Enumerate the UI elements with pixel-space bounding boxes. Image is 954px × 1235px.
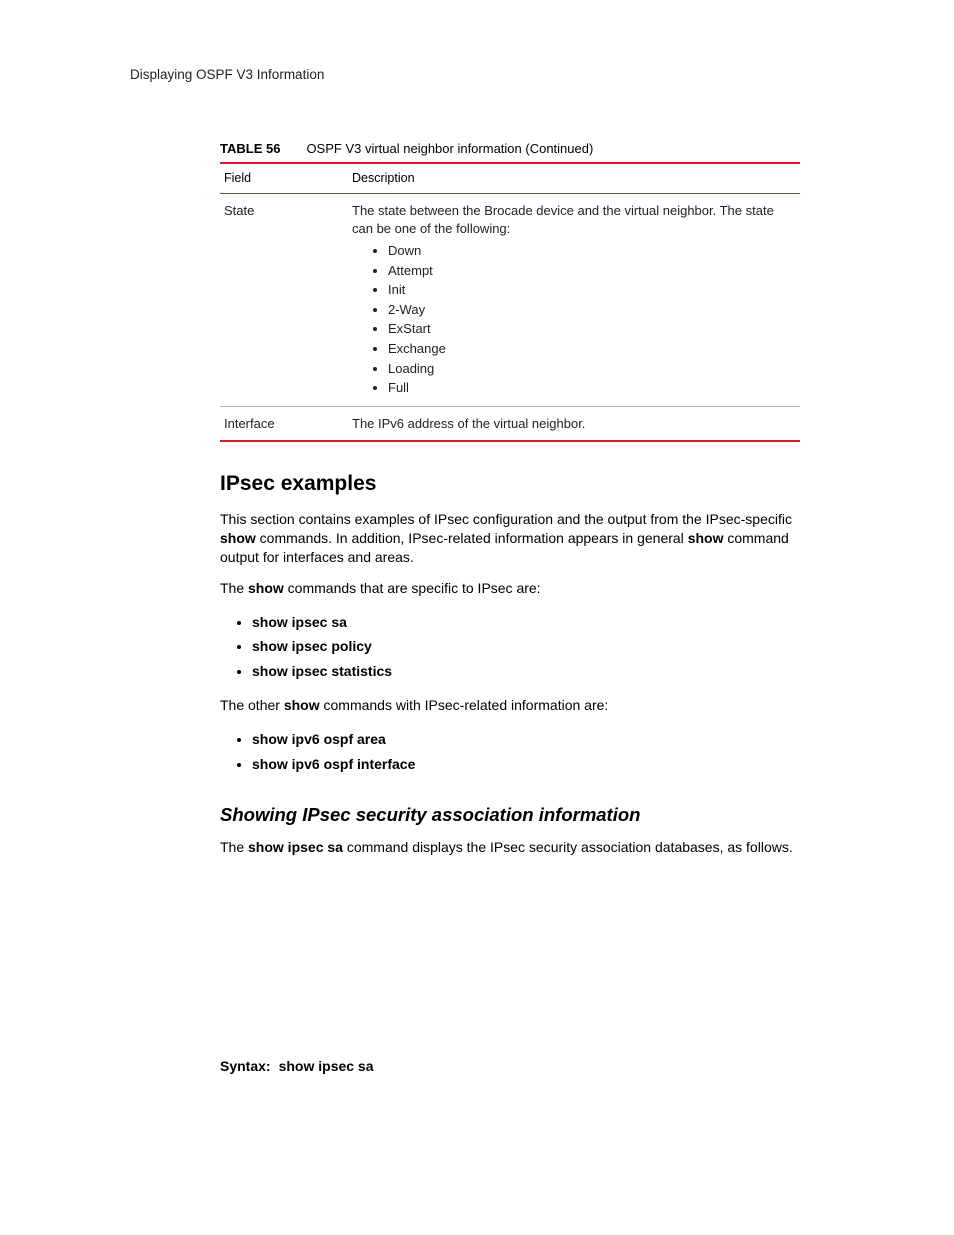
paragraph: The other show commands with IPsec-relat…	[220, 696, 800, 715]
table-56: TABLE 56 OSPF V3 virtual neighbor informa…	[220, 140, 800, 441]
state-item: ExStart	[388, 319, 796, 339]
text: This section contains examples of IPsec …	[220, 511, 792, 527]
text: The	[220, 839, 248, 855]
paragraph: The show commands that are specific to I…	[220, 579, 800, 598]
syntax-label: Syntax:	[220, 1058, 271, 1074]
table-label: TABLE 56	[220, 141, 280, 156]
paragraph: The show ipsec sa command displays the I…	[220, 838, 800, 857]
table-cell-field: State	[224, 202, 352, 397]
list-item: show ipsec policy	[252, 634, 800, 659]
syntax-line: Syntax: show ipsec sa	[220, 1057, 800, 1076]
keyword-show: show	[688, 530, 724, 546]
text: commands that are specific to IPsec are:	[284, 580, 541, 596]
syntax-command: show ipsec sa	[279, 1058, 374, 1074]
list-item: show ipsec statistics	[252, 659, 800, 684]
running-header: Displaying OSPF V3 Information	[130, 66, 824, 84]
keyword-show: show	[248, 580, 284, 596]
state-item: Loading	[388, 359, 796, 379]
keyword-show: show	[220, 530, 256, 546]
command-list-other: show ipv6 ospf area show ipv6 ospf inter…	[220, 727, 800, 777]
text: The	[220, 580, 248, 596]
paragraph: This section contains examples of IPsec …	[220, 510, 800, 567]
command-list-ipsec: show ipsec sa show ipsec policy show ips…	[220, 610, 800, 685]
table-header-field: Field	[224, 170, 352, 187]
table-cell-description: The IPv6 address of the virtual neighbor…	[352, 415, 796, 433]
state-list: Down Attempt Init 2-Way ExStart Exchange…	[352, 241, 796, 397]
list-item: show ipsec sa	[252, 610, 800, 635]
state-item: Exchange	[388, 339, 796, 359]
keyword-command: show ipsec sa	[248, 839, 343, 855]
text: commands. In addition, IPsec-related inf…	[256, 530, 688, 546]
state-item: Init	[388, 280, 796, 300]
table-header-description: Description	[352, 170, 796, 187]
table-header-row: Field Description	[220, 164, 800, 193]
keyword-show: show	[284, 697, 320, 713]
table-row: Interface The IPv6 address of the virtua…	[220, 407, 800, 441]
list-item: show ipv6 ospf area	[252, 727, 800, 752]
text: commands with IPsec-related information …	[320, 697, 609, 713]
table-row: State The state between the Brocade devi…	[220, 194, 800, 405]
table-cell-field: Interface	[224, 415, 352, 433]
state-intro: The state between the Brocade device and…	[352, 202, 796, 237]
state-item: Full	[388, 378, 796, 398]
table-title: OSPF V3 virtual neighbor information (Co…	[306, 141, 593, 156]
table-cell-description: The state between the Brocade device and…	[352, 202, 796, 397]
text: The other	[220, 697, 284, 713]
table-caption: TABLE 56 OSPF V3 virtual neighbor informa…	[220, 140, 800, 158]
list-item: show ipv6 ospf interface	[252, 752, 800, 777]
heading-showing-ipsec-sa: Showing IPsec security association infor…	[220, 803, 800, 828]
state-item: 2-Way	[388, 300, 796, 320]
state-item: Attempt	[388, 261, 796, 281]
state-item: Down	[388, 241, 796, 261]
text: command displays the IPsec security asso…	[343, 839, 793, 855]
heading-ipsec-examples: IPsec examples	[220, 470, 800, 498]
